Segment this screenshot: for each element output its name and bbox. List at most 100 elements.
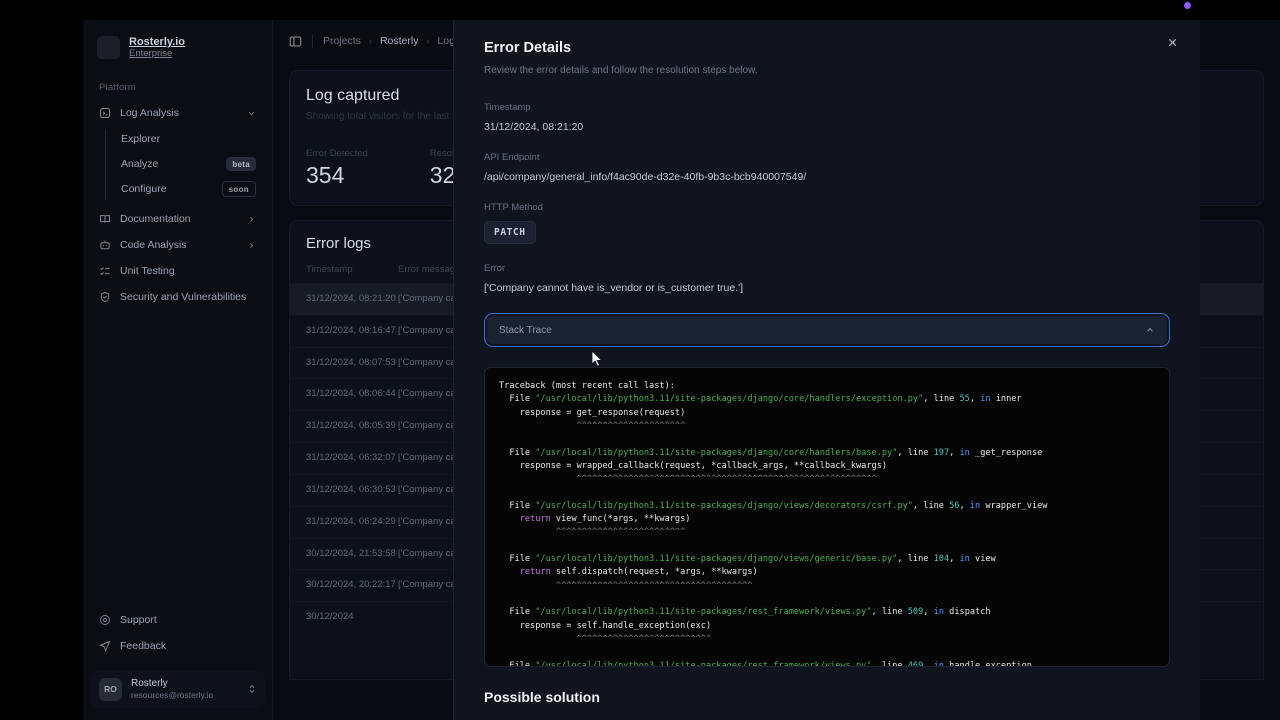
app-viewport: Rosterly.io Enterprise Platform Log Anal… — [83, 20, 1280, 720]
stat-value: 354 — [306, 162, 368, 189]
brand[interactable]: Rosterly.io Enterprise — [83, 20, 272, 60]
column-header-timestamp: Timestamp — [306, 264, 398, 275]
chevron-down-icon[interactable] — [247, 109, 256, 118]
stack-trace-line: File "/usr/local/lib/python3.11/site-pac… — [499, 393, 1155, 406]
field-value: ['Company cannot have is_vendor or is_cu… — [484, 282, 1170, 294]
sidebar-subitem-label: Explorer — [121, 133, 256, 145]
sidebar-item-configure[interactable]: Configure soon — [117, 177, 264, 202]
close-button[interactable] — [1162, 32, 1182, 52]
book-icon — [99, 213, 111, 225]
column-header-error-message: Error message — [398, 264, 460, 275]
field-label: Timestamp — [484, 102, 1170, 113]
sidebar: Rosterly.io Enterprise Platform Log Anal… — [83, 20, 273, 720]
field-value: 31/12/2024, 08:21:20 — [484, 121, 1170, 133]
sidebar-subitem-label: Configure — [121, 183, 222, 195]
stack-trace-line — [499, 593, 1155, 606]
stat-error-detected: Error Detected 354 — [306, 148, 368, 189]
stack-trace-line — [499, 487, 1155, 500]
sidebar-toggle-icon[interactable] — [289, 35, 302, 48]
sidebar-item-documentation[interactable]: Documentation — [91, 207, 264, 232]
code-bot-icon — [99, 239, 111, 251]
stack-trace-accordion-header[interactable]: Stack Trace — [487, 316, 1167, 344]
error-details-modal: Error Details Review the error details a… — [453, 20, 1200, 720]
sidebar-item-unit-testing[interactable]: Unit Testing — [91, 259, 264, 284]
field-error: Error ['Company cannot have is_vendor or… — [484, 263, 1170, 294]
send-icon — [99, 640, 111, 652]
stack-trace-line: ^^^^^^^^^^^^^^^^^^^^^ — [499, 420, 1155, 433]
sidebar-section-label: Platform — [83, 60, 272, 100]
sidebar-item-label: Security and Vulnerabilities — [120, 291, 256, 303]
sidebar-item-label: Code Analysis — [120, 239, 238, 251]
sidebar-item-analyze[interactable]: Analyze beta — [117, 152, 264, 177]
sidebar-item-label: Documentation — [120, 213, 238, 225]
breadcrumb-item[interactable]: Projects — [323, 35, 361, 47]
sidebar-item-label: Log Analysis — [120, 107, 238, 119]
sidebar-item-explorer[interactable]: Explorer — [117, 127, 264, 152]
cell-timestamp: 30/12/2024, 21:53:58 — [306, 548, 398, 561]
stack-trace-line: ^^^^^^^^^^^^^^^^^^^^^^^^^^^^^^^^^^^^^^^^… — [499, 473, 1155, 486]
stack-trace-accordion[interactable]: Stack Trace — [484, 313, 1170, 347]
possible-solution-title: Possible solution — [454, 667, 1200, 705]
user-name: Rosterly — [131, 678, 238, 691]
chevron-up-down-icon[interactable] — [247, 684, 257, 694]
topbar-divider — [312, 35, 313, 48]
field-label: Error — [484, 263, 1170, 274]
sidebar-item-label: Unit Testing — [120, 265, 256, 277]
stack-trace-line: File "/usr/local/lib/python3.11/site-pac… — [499, 500, 1155, 513]
list-check-icon — [99, 265, 111, 277]
stack-trace-line — [499, 433, 1155, 446]
sidebar-item-code-analysis[interactable]: Code Analysis — [91, 233, 264, 258]
field-http-method: HTTP Method PATCH — [484, 202, 1170, 244]
cell-timestamp: 30/12/2024 — [306, 611, 398, 624]
cell-timestamp: 31/12/2024, 06:30:53 — [306, 484, 398, 497]
chevron-right-icon: › — [426, 36, 429, 46]
field-value: /api/company/general_info/f4ac90de-d32e-… — [484, 171, 1170, 183]
shield-check-icon — [99, 291, 111, 303]
sidebar-subitem-label: Analyze — [121, 158, 226, 170]
stack-trace-line: response = get_response(request) — [499, 407, 1155, 420]
breadcrumb-item[interactable]: Rosterly — [380, 35, 419, 47]
sidebar-item-log-analysis[interactable]: Log Analysis — [91, 101, 264, 126]
stack-trace-line — [499, 540, 1155, 553]
sidebar-item-security-and-vulnerabilities[interactable]: Security and Vulnerabilities — [91, 285, 264, 310]
cell-timestamp: 31/12/2024, 08:06:44 — [306, 388, 398, 401]
sidebar-item-support[interactable]: Support — [91, 608, 265, 633]
chevron-right-icon: › — [369, 36, 372, 46]
user-account-switcher[interactable]: RO Rosterly resources@rosterly.io — [91, 671, 265, 708]
close-icon — [1167, 37, 1178, 48]
screen: Rosterly.io Enterprise Platform Log Anal… — [0, 0, 1280, 720]
cell-timestamp: 30/12/2024, 20:22:17 — [306, 579, 398, 592]
sidebar-item-feedback[interactable]: Feedback — [91, 634, 265, 659]
chevron-up-icon[interactable] — [1145, 325, 1155, 335]
brand-name: Rosterly.io — [129, 36, 185, 49]
modal-body: Timestamp 31/12/2024, 08:21:20 API Endpo… — [454, 76, 1200, 667]
chevron-right-icon[interactable] — [247, 215, 256, 224]
stack-trace-line: File "/usr/local/lib/python3.11/site-pac… — [499, 606, 1155, 619]
sidebar-footer-label: Support — [120, 614, 157, 626]
status-badge-http-method: PATCH — [484, 221, 536, 244]
field-api-endpoint: API Endpoint /api/company/general_info/f… — [484, 152, 1170, 183]
cell-timestamp: 31/12/2024, 08:16:47 — [306, 325, 398, 338]
modal-header: Error Details Review the error details a… — [454, 20, 1200, 76]
field-label: API Endpoint — [484, 152, 1170, 163]
stack-trace-line: File "/usr/local/lib/python3.11/site-pac… — [499, 553, 1155, 566]
avatar: RO — [99, 678, 122, 701]
brand-plan: Enterprise — [129, 49, 185, 60]
stack-trace-line: response = wrapped_callback(request, *ca… — [499, 460, 1155, 473]
user-email: resources@rosterly.io — [131, 690, 238, 701]
badge-soon: soon — [222, 181, 256, 197]
notification-dot — [1184, 2, 1191, 9]
stack-trace-line — [499, 646, 1155, 659]
brand-logo-icon — [97, 36, 120, 59]
stack-trace-line: ^^^^^^^^^^^^^^^^^^^^^^^^^ — [499, 526, 1155, 539]
stack-trace-code-block[interactable]: Traceback (most recent call last): File … — [484, 367, 1170, 667]
stack-trace-line: Traceback (most recent call last): — [499, 380, 1155, 393]
stack-trace-line: return self.dispatch(request, *args, **k… — [499, 566, 1155, 579]
cell-timestamp: 31/12/2024, 08:05:39 — [306, 420, 398, 433]
stack-trace-line: ^^^^^^^^^^^^^^^^^^^^^^^^^^^^^^^^^^^^^^ — [499, 580, 1155, 593]
stack-trace-line: return view_func(*args, **kwargs) — [499, 513, 1155, 526]
stack-trace-line: File "/usr/local/lib/python3.11/site-pac… — [499, 447, 1155, 460]
cell-timestamp: 31/12/2024, 08:07:53 — [306, 357, 398, 370]
chevron-right-icon[interactable] — [247, 241, 256, 250]
breadcrumb: Projects › Rosterly › Log a — [323, 35, 464, 47]
